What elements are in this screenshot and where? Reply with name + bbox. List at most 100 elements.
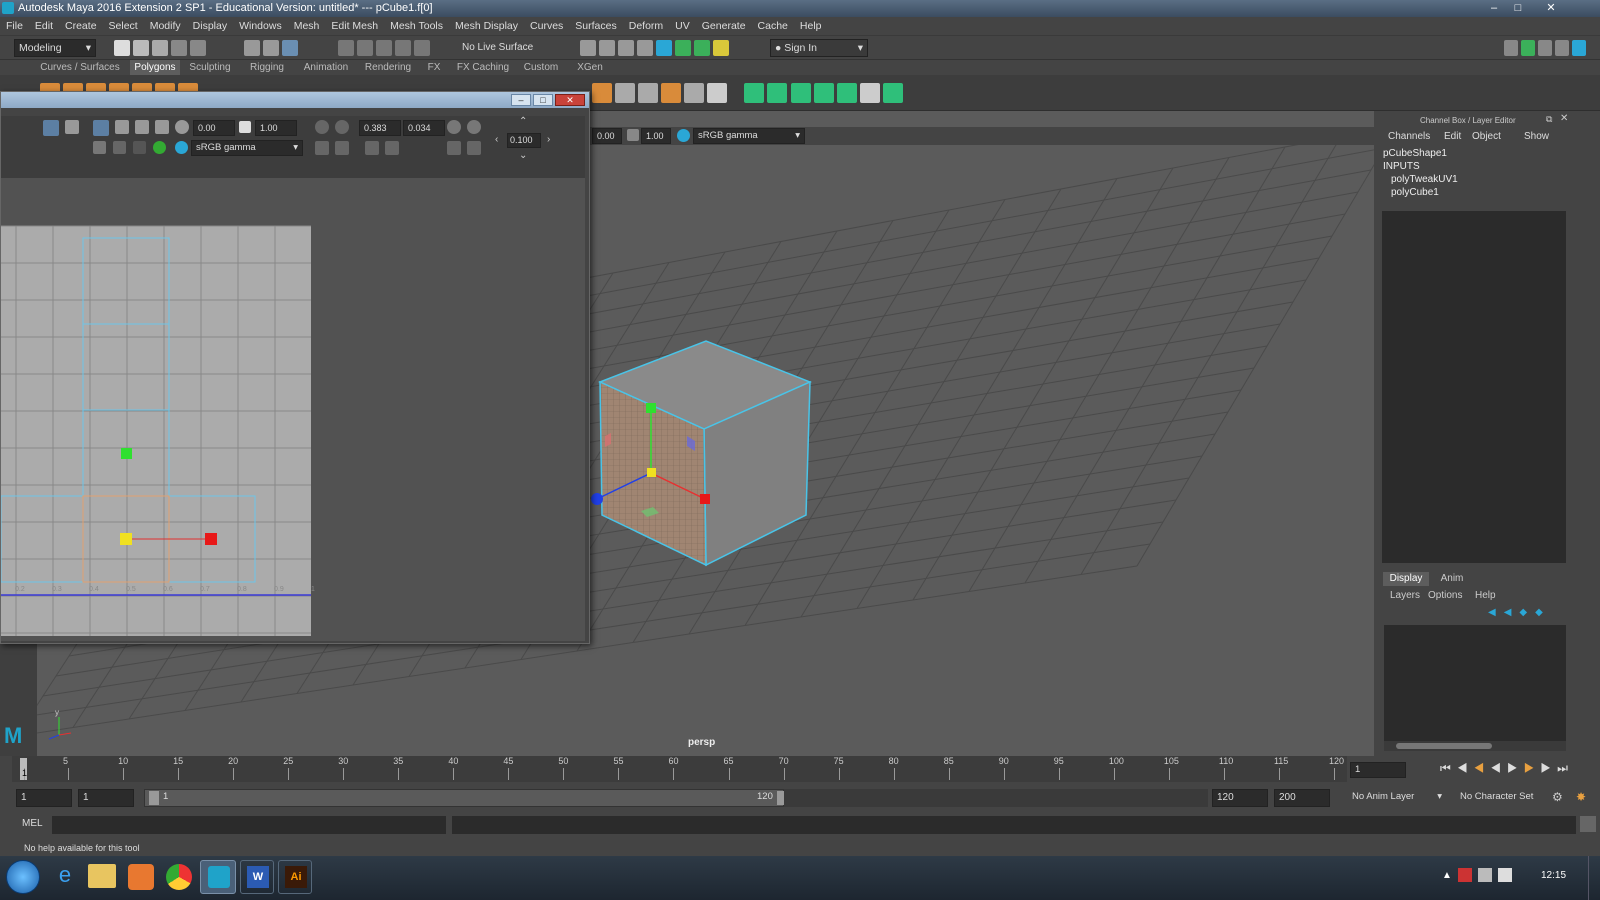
- uv-image-icon[interactable]: [335, 141, 349, 155]
- internet-explorer-icon[interactable]: e: [50, 862, 80, 892]
- save-scene-icon[interactable]: [152, 40, 169, 56]
- time-slider[interactable]: 1 5 10 15 20 25 30 35 40 45 50 55 60 65 70 75 80 85 90 95 10…: [0, 756, 1600, 782]
- select-hierarchy-icon[interactable]: [244, 40, 260, 56]
- menu-curves[interactable]: Curves: [524, 17, 569, 36]
- uv-checker-icon[interactable]: [113, 141, 126, 154]
- chrome-icon[interactable]: [166, 864, 192, 890]
- step-back-key-icon[interactable]: ◀: [1474, 761, 1491, 775]
- menu-create[interactable]: Create: [59, 17, 103, 36]
- uv-grid-icon[interactable]: [93, 120, 109, 136]
- move-layer-down-icon[interactable]: ◀: [1504, 607, 1520, 618]
- play-forward-icon[interactable]: ▶: [1507, 761, 1524, 775]
- step-back-icon[interactable]: ◀: [1457, 761, 1474, 775]
- uv-exposure-field[interactable]: 0.00: [193, 120, 235, 136]
- anim-layer-dropdown[interactable]: No Anim Layer ▾: [1348, 789, 1446, 805]
- menu-mesh-display[interactable]: Mesh Display: [449, 17, 524, 36]
- uv-relative-icon[interactable]: [467, 120, 481, 134]
- snap-grid-icon[interactable]: [338, 40, 354, 56]
- script-editor-icon[interactable]: [1580, 816, 1596, 832]
- uv-cycle-icon[interactable]: [447, 141, 461, 155]
- preferences-icon[interactable]: ✸: [1576, 790, 1586, 804]
- channel-menu-channels[interactable]: Channels: [1388, 131, 1430, 142]
- uv-refresh-icon[interactable]: [447, 120, 461, 134]
- menu-modify[interactable]: Modify: [144, 17, 187, 36]
- menu-cache[interactable]: Cache: [752, 17, 794, 36]
- spherical-map-icon[interactable]: [790, 83, 811, 103]
- start-button-icon[interactable]: [6, 860, 40, 894]
- uv-step-field[interactable]: 0.100: [507, 133, 541, 148]
- command-language-label[interactable]: MEL: [22, 818, 43, 829]
- new-scene-icon[interactable]: [114, 40, 130, 56]
- render-frame-icon[interactable]: [599, 40, 616, 56]
- menu-display[interactable]: Display: [187, 17, 233, 36]
- layer-scroll-thumb[interactable]: [1396, 743, 1492, 749]
- uv-close-button[interactable]: ✕: [555, 94, 585, 106]
- uv-psd-icon[interactable]: [335, 120, 349, 134]
- step-forward-icon[interactable]: ▶: [1540, 761, 1557, 775]
- menu-windows[interactable]: Windows: [233, 17, 288, 36]
- tab-polygons[interactable]: Polygons: [130, 60, 180, 75]
- ipr-render-icon[interactable]: [618, 40, 635, 56]
- tab-display[interactable]: Display: [1383, 572, 1429, 586]
- uv-color-management-icon[interactable]: [175, 141, 188, 154]
- redo-icon[interactable]: [190, 40, 207, 56]
- uv-editor-canvas[interactable]: 0.2 0.3 0.4 0.5 0.6 0.7 0.8 0.9 1: [1, 178, 585, 641]
- tab-rendering[interactable]: Rendering: [360, 60, 416, 75]
- uv-dim-icon[interactable]: [155, 120, 169, 134]
- minimize-button[interactable]: –: [1482, 0, 1506, 16]
- snap-view-icon[interactable]: [395, 40, 412, 56]
- viewport-colorspace-dropdown[interactable]: sRGB gamma ▾: [693, 128, 805, 144]
- mirror-icon[interactable]: [638, 83, 659, 103]
- attribute-editor-icon[interactable]: [713, 40, 730, 56]
- uv-copy-icon[interactable]: [315, 120, 329, 134]
- hypershade-icon[interactable]: [656, 40, 673, 56]
- animation-start-field[interactable]: 1: [16, 789, 72, 807]
- planar-map-icon[interactable]: [744, 83, 765, 103]
- uv-gamma-field[interactable]: 1.00: [255, 120, 297, 136]
- live-surface-label[interactable]: No Live Surface: [462, 42, 533, 53]
- tab-animation[interactable]: Animation: [296, 60, 356, 75]
- file-explorer-icon[interactable]: [88, 864, 116, 888]
- character-set-dropdown[interactable]: No Character Set: [1456, 789, 1550, 805]
- separate-icon[interactable]: [615, 83, 636, 103]
- menu-mesh-tools[interactable]: Mesh Tools: [384, 17, 449, 36]
- volume-icon[interactable]: [1498, 868, 1512, 882]
- menu-help[interactable]: Help: [794, 17, 828, 36]
- uv-gamma-icon[interactable]: [239, 121, 251, 133]
- menu-uv[interactable]: UV: [669, 17, 696, 36]
- snap-surface-icon[interactable]: [414, 40, 431, 56]
- select-object-icon[interactable]: [263, 40, 280, 56]
- color-management-icon[interactable]: [677, 129, 690, 142]
- uv-step-up-icon[interactable]: ⌃: [519, 116, 527, 127]
- tab-xgen[interactable]: XGen: [570, 60, 610, 75]
- uv-texture-icon[interactable]: [135, 120, 149, 134]
- new-layer-icon[interactable]: ◆: [1519, 607, 1535, 618]
- show-desktop-button[interactable]: [1588, 856, 1600, 900]
- uv-pixel-snap-icon[interactable]: [115, 120, 129, 134]
- animation-end-field[interactable]: 200: [1274, 789, 1330, 807]
- tab-custom[interactable]: Custom: [518, 60, 564, 75]
- tab-anim[interactable]: Anim: [1432, 572, 1472, 586]
- viewport-gamma-field[interactable]: 1.00: [641, 128, 671, 144]
- uv-exposure-reset-icon[interactable]: [175, 120, 189, 134]
- tab-sculpting[interactable]: Sculpting: [182, 60, 238, 75]
- current-frame-field[interactable]: 1: [1350, 762, 1406, 778]
- taskbar-word[interactable]: W: [240, 860, 274, 894]
- uv-shaded-icon[interactable]: [93, 141, 106, 154]
- viewport-exposure-field[interactable]: 0.00: [592, 128, 622, 144]
- menu-edit[interactable]: Edit: [29, 17, 59, 36]
- bevel-icon[interactable]: [707, 83, 728, 103]
- render-view-icon[interactable]: [580, 40, 596, 56]
- range-start-handle[interactable]: [149, 791, 159, 805]
- auto-key-icon[interactable]: ⚙: [1552, 790, 1563, 804]
- taskbar-clock[interactable]: 12:15: [1541, 870, 1566, 881]
- menu-surfaces[interactable]: Surfaces: [569, 17, 622, 36]
- uv-rgb-icon[interactable]: [133, 141, 146, 154]
- combine-icon[interactable]: [592, 83, 612, 103]
- new-layer-selected-icon[interactable]: ◆: [1535, 607, 1551, 618]
- uv-distortion-icon[interactable]: [153, 141, 166, 154]
- sign-in-dropdown[interactable]: ● Sign In ▾: [770, 39, 868, 57]
- uv-minimize-button[interactable]: –: [511, 94, 531, 106]
- layer-menu-options[interactable]: Options: [1428, 590, 1462, 601]
- menu-mesh[interactable]: Mesh: [288, 17, 326, 36]
